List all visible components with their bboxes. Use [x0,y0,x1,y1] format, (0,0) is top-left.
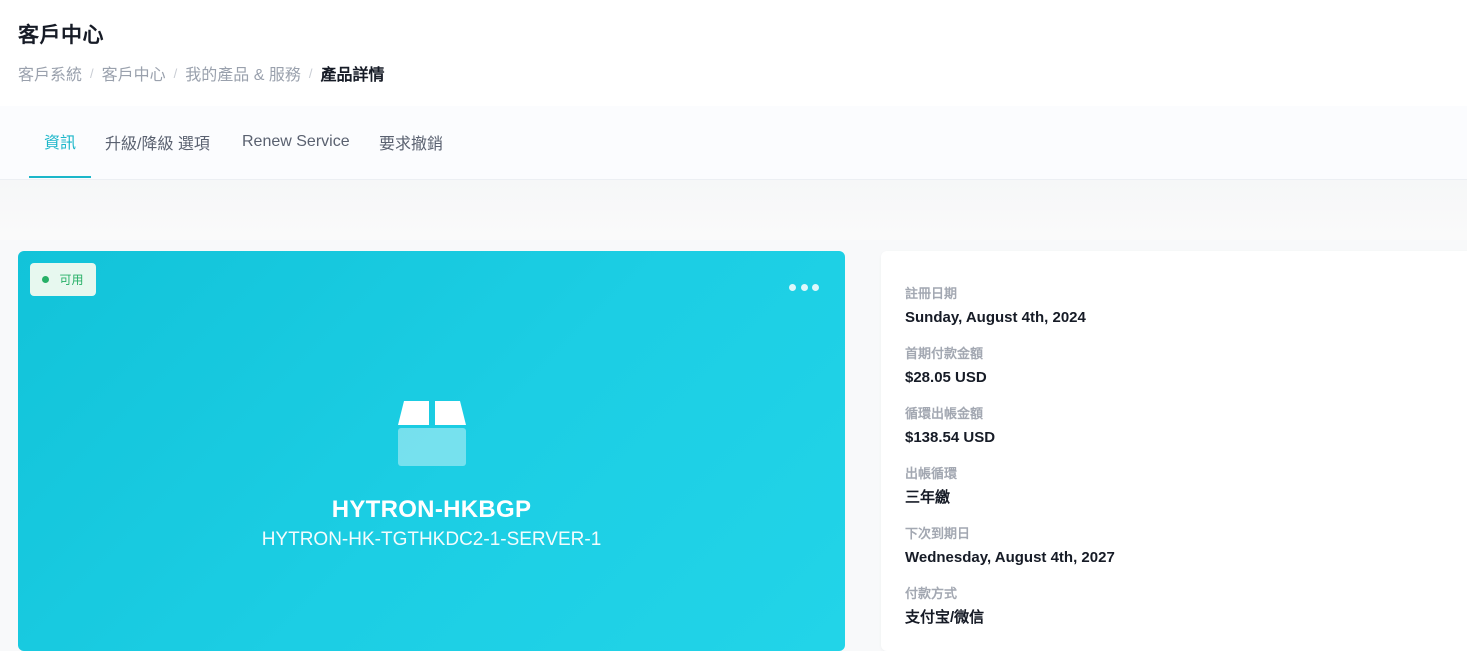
breadcrumb-item-client-area[interactable]: 客戶中心 [102,61,166,85]
info-label: 付款方式 [905,586,958,601]
info-value: 支付宝/微信 [905,609,985,626]
product-domain: HYTRON-HK-TGTHKDC2-1-SERVER-1 [261,529,602,550]
breadcrumb-item-product-details: 產品詳情 [320,67,385,84]
breadcrumb-item-client-system[interactable]: 客戶系統 [18,61,82,85]
info-value: Sunday, August 4th, 2024 [905,309,1086,326]
box-icon [398,401,466,466]
info-payment-method: 付款方式 支付宝/微信 [905,586,984,628]
more-options-button[interactable] [789,278,819,296]
product-card: 可用 HYTRON-HKBGP HYTRON-HK-TGTHKDC2-1-SER… [18,251,845,651]
breadcrumb: 客戶系統 / 客戶中心 / 我的產品 & 服務 / 產品詳情 [18,61,385,85]
status-dot-icon [42,276,50,283]
info-value: $28.05 USD [905,369,987,386]
info-value: 三年繳 [905,489,951,506]
page-title: 客戶中心 [18,24,104,47]
info-label: 下次到期日 [905,526,971,541]
status-label: 可用 [59,273,84,287]
section-divider [0,180,1467,240]
tab-information[interactable]: 資訊 [29,106,92,178]
dot-icon [812,283,819,291]
info-recurring-amount: 循環出帳金額 $138.54 USD [905,406,995,448]
tab-upgrade-downgrade[interactable]: 升級/降級 選項 [90,106,225,178]
breadcrumb-item-products-services[interactable]: 我的產品 & 服務 [185,61,301,85]
info-next-due-date: 下次到期日 Wednesday, August 4th, 2027 [905,526,1115,568]
info-label: 循環出帳金額 [905,406,984,421]
info-billing-cycle: 出帳循環 三年繳 [905,466,957,508]
info-label: 出帳循環 [905,466,958,481]
info-label: 首期付款金額 [905,346,984,361]
info-value: $138.54 USD [905,429,996,446]
breadcrumb-separator: / [308,65,313,81]
dot-icon [800,283,808,291]
status-badge: 可用 [30,263,96,296]
info-first-payment: 首期付款金額 $28.05 USD [905,346,987,388]
tab-request-cancellation[interactable]: 要求撤銷 [364,106,458,178]
product-info-panel: 註冊日期 Sunday, August 4th, 2024 首期付款金額 $28… [881,251,1467,651]
tab-bar: 資訊 升級/降級 選項 Renew Service 要求撤銷 [0,106,1467,180]
tab-renew-service[interactable]: Renew Service [227,106,365,178]
info-registration-date: 註冊日期 Sunday, August 4th, 2024 [905,286,1086,328]
info-value: Wednesday, August 4th, 2027 [905,549,1115,566]
product-name: HYTRON-HKBGP [331,496,532,523]
page-header: 客戶中心 客戶系統 / 客戶中心 / 我的產品 & 服務 / 產品詳情 [0,0,1467,106]
info-label: 註冊日期 [905,286,958,301]
dot-icon [789,283,796,291]
breadcrumb-separator: / [90,65,94,81]
breadcrumb-separator: / [173,65,178,81]
